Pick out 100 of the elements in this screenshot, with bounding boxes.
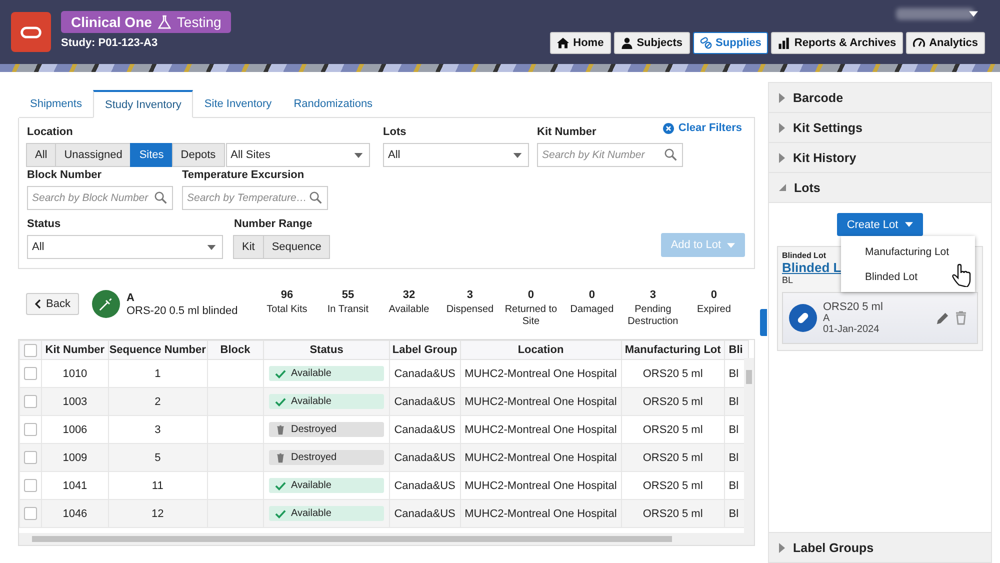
table-cell: MUHC2-Montreal One Hospital	[464, 508, 617, 520]
dropdown[interactable]: All	[27, 235, 223, 259]
table-cell: ORS20 5 ml	[642, 452, 703, 464]
menu-item[interactable]: Manufacturing Lot	[841, 239, 975, 264]
nav-button[interactable]: Home	[550, 32, 611, 54]
field-label: Lots	[383, 126, 406, 140]
trash-icon[interactable]	[955, 311, 967, 325]
row-checkbox[interactable]	[24, 423, 38, 436]
table-cell: Bl	[728, 508, 739, 520]
table-cell: Canada&US	[394, 368, 456, 380]
column-header[interactable]: Status	[263, 340, 390, 360]
trash-icon	[274, 424, 286, 434]
segment-button[interactable]: Unassigned	[55, 143, 132, 167]
tab[interactable]: Site Inventory	[193, 90, 283, 118]
check-icon	[274, 508, 286, 518]
select-all-checkbox[interactable]	[24, 344, 38, 356]
search-field[interactable]: Search by Kit Number	[537, 143, 683, 167]
stat-value: 3	[650, 288, 656, 300]
horizontal-scrollbar[interactable]	[19, 533, 754, 545]
column-header[interactable]: Sequence Number	[108, 340, 208, 360]
table-cell: Bl	[728, 452, 739, 464]
nav-button[interactable]: Subjects	[614, 32, 690, 54]
lot-type: Blinded Lot	[782, 251, 826, 260]
table-cell: 1041	[62, 480, 88, 492]
status-badge: Available	[268, 394, 384, 409]
table-cell: Canada&US	[394, 396, 456, 408]
pencil-icon[interactable]	[936, 312, 949, 324]
stat-value: 0	[528, 288, 534, 300]
app-name: Clinical One	[71, 14, 152, 30]
item-code: A	[126, 292, 134, 304]
column-header[interactable]: Location	[460, 340, 622, 360]
column-header[interactable]: Label Group	[390, 340, 460, 360]
check-icon	[274, 480, 286, 490]
segment-button[interactable]: All	[26, 143, 56, 167]
field-label: Location	[27, 126, 73, 140]
row-checkbox[interactable]	[24, 479, 38, 492]
item-date: 01-Jan-2024	[823, 324, 880, 335]
back-button[interactable]: Back	[26, 293, 80, 315]
caret-icon	[513, 152, 522, 158]
bar-chart-icon	[778, 37, 790, 49]
stat-label: Expired	[697, 304, 731, 316]
search-field[interactable]: Search by Temperature…	[182, 186, 328, 210]
nav-button[interactable]: Analytics	[906, 32, 985, 54]
panel-toggle-handle[interactable]	[760, 309, 767, 336]
nav-button[interactable]: Supplies	[692, 32, 768, 54]
segment-button[interactable]: Depots	[172, 143, 225, 167]
segment-button[interactable]: Kit	[233, 235, 264, 259]
check-icon	[274, 368, 286, 378]
column-header[interactable]: Kit Number	[42, 340, 108, 360]
accordion-header[interactable]: Barcode	[769, 83, 991, 113]
oracle-logo-icon	[11, 12, 51, 52]
row-checkbox[interactable]	[24, 395, 38, 408]
menu-item[interactable]: Blinded Lot	[841, 264, 975, 289]
accordion-header[interactable]: Label Groups	[769, 533, 991, 563]
table-cell: Bl	[728, 424, 739, 436]
dropdown[interactable]: All Sites	[226, 143, 370, 167]
table-cell: Bl	[728, 368, 739, 380]
segment-button[interactable]: Sequence	[262, 235, 330, 259]
mode-label: Testing	[176, 14, 222, 30]
search-icon	[154, 191, 167, 204]
clear-filters-link[interactable]: Clear Filters	[663, 122, 742, 134]
search-icon	[664, 148, 677, 161]
table-cell: MUHC2-Montreal One Hospital	[464, 424, 617, 436]
vertical-scrollbar[interactable]	[744, 358, 754, 533]
column-header[interactable]: Block	[207, 340, 264, 360]
accordion-header[interactable]: Kit Settings	[769, 113, 991, 143]
clear-icon	[663, 122, 674, 134]
lot-name-link[interactable]: Blinded L	[782, 260, 842, 275]
table-cell: ORS20 5 ml	[642, 508, 703, 520]
table-cell: MUHC2-Montreal One Hospital	[464, 480, 617, 492]
table-cell: ORS20 5 ml	[642, 424, 703, 436]
caret-icon	[207, 244, 216, 250]
search-field[interactable]: Search by Block Number	[27, 186, 173, 210]
pills-icon	[700, 37, 712, 49]
row-checkbox[interactable]	[24, 451, 38, 464]
item-name: ORS-20 0.5 ml blinded	[126, 304, 238, 316]
table-cell: ORS20 5 ml	[642, 396, 703, 408]
column-header[interactable]: Manufacturing Lot	[621, 340, 724, 360]
check-icon	[274, 396, 286, 406]
caret-icon[interactable]	[969, 11, 978, 17]
column-header[interactable]: Bli	[724, 340, 748, 360]
caret-icon	[354, 152, 363, 158]
dropdown-value: All Sites	[230, 149, 270, 161]
create-lot-button[interactable]: Create Lot	[836, 213, 924, 236]
segment-button[interactable]: Sites	[130, 143, 173, 167]
row-checkbox[interactable]	[24, 367, 38, 380]
row-checkbox[interactable]	[24, 507, 38, 520]
stat-label: Pending Destruction	[626, 304, 680, 328]
dropdown[interactable]: All	[383, 143, 529, 167]
nav-button[interactable]: Reports & Archives	[771, 32, 904, 54]
field-label: Number Range	[234, 218, 312, 232]
chevron-left-icon	[35, 299, 41, 309]
table-cell: Bl	[728, 396, 739, 408]
flask-icon	[158, 14, 171, 30]
tab[interactable]: Study Inventory	[92, 90, 194, 118]
accordion-header[interactable]: Lots	[769, 173, 991, 203]
accordion-header[interactable]: Kit History	[769, 143, 991, 173]
table-cell: Canada&US	[394, 480, 456, 492]
dropdown-value: All	[32, 241, 44, 253]
tab[interactable]: Randomizations	[282, 90, 384, 118]
